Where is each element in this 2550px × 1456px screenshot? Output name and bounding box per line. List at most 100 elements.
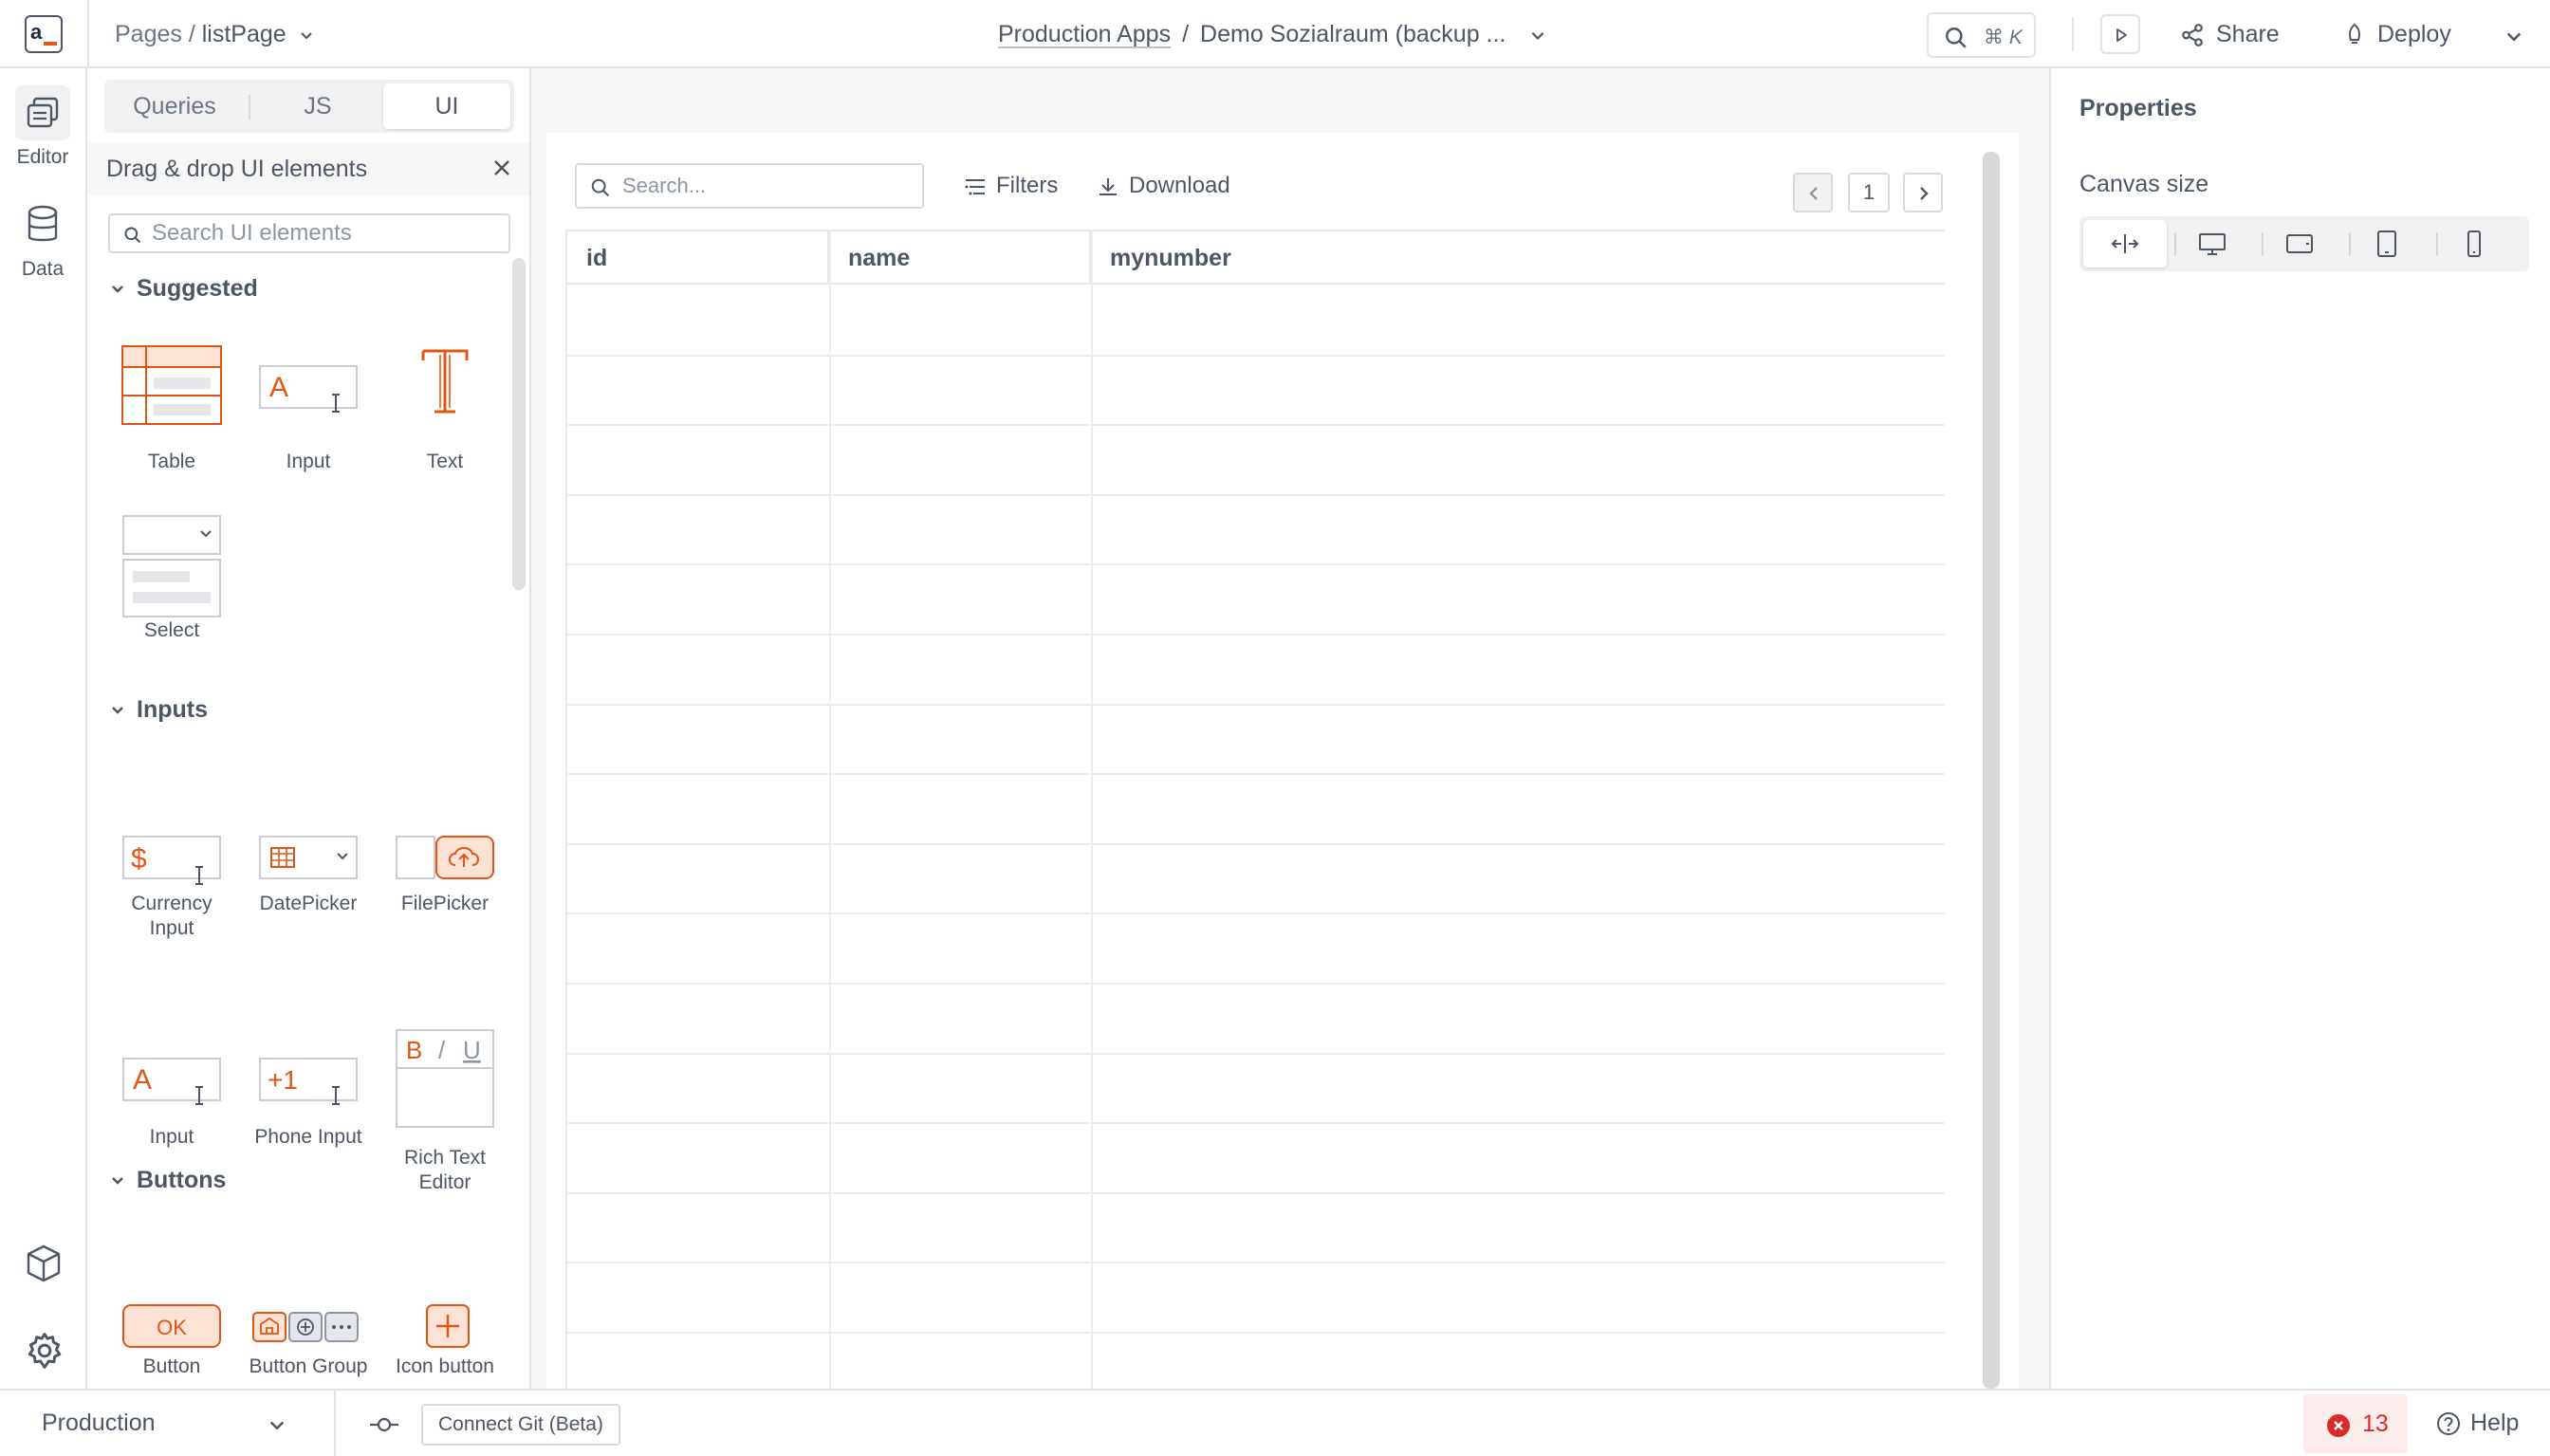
table-search-input[interactable] <box>622 173 907 199</box>
table-row <box>567 1262 1945 1264</box>
tab-ui[interactable]: UI <box>383 83 510 129</box>
app-name[interactable]: Demo Sozialraum (backup ... <box>1200 21 1506 47</box>
table-search <box>575 163 924 209</box>
canvas[interactable]: Filters Download 1 id name mynumber <box>546 133 2019 1404</box>
select-widget-icon <box>122 515 221 617</box>
sidebar-item-label: Data <box>21 258 65 280</box>
breadcrumb-separator: / <box>1182 21 1190 47</box>
canvas-scrollbar[interactable] <box>1983 152 2000 1389</box>
section-suggested[interactable]: Suggested <box>110 275 258 303</box>
prev-page-button[interactable] <box>1793 173 1833 212</box>
breadcrumb-separator: / <box>188 21 195 47</box>
widget-table[interactable]: Table <box>110 345 233 474</box>
deploy-button[interactable]: Deploy <box>2343 21 2451 48</box>
chevron-down-icon[interactable] <box>1529 27 1546 44</box>
chevron-down-icon[interactable] <box>2504 27 2523 46</box>
help-button[interactable]: Help <box>2436 1410 2519 1437</box>
section-inputs[interactable]: Inputs <box>110 696 208 724</box>
widget-search-input[interactable] <box>152 220 503 247</box>
desktop-icon[interactable] <box>2171 220 2254 267</box>
error-count-badge[interactable]: 13 <box>2303 1394 2408 1453</box>
environment-selector[interactable]: Production <box>42 1410 156 1437</box>
widget-select[interactable]: Select <box>110 514 233 643</box>
widget-label: Table <box>147 451 196 472</box>
packages-icon[interactable] <box>24 1243 64 1284</box>
widget-rich-text-editor[interactable]: B / U Rich Text Editor <box>383 1026 507 1195</box>
widget-input[interactable]: A Input <box>247 345 370 474</box>
widget-filepicker[interactable]: FilePicker <box>383 823 507 916</box>
page-selector[interactable]: Pages / listPage <box>115 21 314 48</box>
button-ok-text: OK <box>157 1316 187 1339</box>
breadcrumb: Production Apps / Demo Sozialraum (backup … <box>998 21 1546 48</box>
omnibar-search-button[interactable]: ⌘ K <box>1927 12 2036 58</box>
widget-label: Select <box>143 619 200 641</box>
section-title: Buttons <box>137 1167 227 1193</box>
data-table[interactable]: id name mynumber <box>565 230 1945 1404</box>
widget-text[interactable]: Text <box>383 345 507 474</box>
preview-button[interactable] <box>2100 14 2140 54</box>
explorer-tabs: Queries JS UI <box>104 80 514 133</box>
input-letter: A <box>269 372 288 403</box>
sidebar: Editor Data <box>0 68 87 1389</box>
rich-text-editor-widget-icon: B / U <box>396 1029 494 1128</box>
filters-button[interactable]: Filters <box>964 173 1058 199</box>
input-widget-icon: A <box>122 1058 221 1105</box>
sidebar-item-editor[interactable]: Editor <box>0 85 85 169</box>
pane-scrollbar[interactable] <box>512 258 526 590</box>
gear-icon[interactable] <box>24 1330 65 1372</box>
sidebar-item-data[interactable]: Data <box>0 197 85 281</box>
share-button[interactable]: Share <box>2180 21 2280 48</box>
section-title: Suggested <box>137 275 258 302</box>
rte-bold: B <box>406 1036 422 1064</box>
section-buttons[interactable]: Buttons <box>110 1167 226 1194</box>
table-row <box>567 773 1945 776</box>
widget-button[interactable]: OK Button <box>110 1299 233 1379</box>
sidebar-item-label: Editor <box>16 146 69 168</box>
section-title: Inputs <box>137 696 208 723</box>
download-button[interactable]: Download <box>1097 173 1230 199</box>
button-group-widget-icon <box>252 1312 359 1342</box>
widget-currency-input[interactable]: $ Currency Input <box>110 823 233 941</box>
widget-button-group[interactable]: Button Group <box>247 1299 370 1379</box>
column-header-name[interactable]: name <box>829 231 1091 285</box>
widget-icon-button[interactable]: Icon button <box>383 1299 507 1379</box>
input-widget-icon: A <box>259 365 358 413</box>
deploy-label: Deploy <box>2377 21 2451 47</box>
pages-label: Pages <box>115 21 182 47</box>
table-row <box>567 424 1945 427</box>
tablet-landscape-icon[interactable] <box>2258 220 2341 267</box>
header-divider <box>2072 17 2074 51</box>
workspace-link[interactable]: Production Apps <box>998 21 1171 47</box>
next-page-button[interactable] <box>1903 173 1943 212</box>
chevron-down-icon <box>112 707 123 715</box>
chevron-left-icon <box>1809 187 1818 200</box>
widget-phone-input[interactable]: +1 Phone Input <box>247 1026 370 1150</box>
pages-icon <box>27 97 59 128</box>
rte-italic: / <box>438 1036 446 1064</box>
column-divider <box>1091 230 1093 1389</box>
widget-datepicker[interactable]: DatePicker <box>247 823 370 916</box>
table-row <box>567 912 1945 915</box>
error-count: 13 <box>2362 1410 2389 1437</box>
tab-js[interactable]: JS <box>256 83 379 129</box>
fluid-icon[interactable] <box>2083 220 2167 267</box>
chevron-down-icon[interactable] <box>268 1415 286 1434</box>
tablet-portrait-icon[interactable] <box>2345 220 2429 267</box>
table-row <box>567 1122 1945 1125</box>
filter-icon <box>965 178 985 195</box>
widget-label: Rich Text Editor <box>404 1147 486 1193</box>
connect-git-button[interactable]: Connect Git (Beta) <box>421 1404 620 1446</box>
bottom-bar: Production Connect Git (Beta) 13 Help <box>0 1389 2550 1456</box>
column-header-id[interactable]: id <box>567 231 829 285</box>
share-label: Share <box>2216 21 2280 47</box>
mobile-icon[interactable] <box>2432 220 2516 267</box>
appsmith-logo[interactable]: a <box>25 15 63 53</box>
widget-input-2[interactable]: A Input <box>110 1026 233 1150</box>
tab-queries[interactable]: Queries <box>108 83 241 129</box>
button-widget-icon: OK <box>122 1304 221 1348</box>
column-header-mynumber[interactable]: mynumber <box>1091 231 1945 285</box>
close-icon[interactable] <box>491 157 512 178</box>
current-page-name: listPage <box>201 21 286 47</box>
table-row <box>567 563 1945 566</box>
share-icon <box>2182 24 2203 47</box>
